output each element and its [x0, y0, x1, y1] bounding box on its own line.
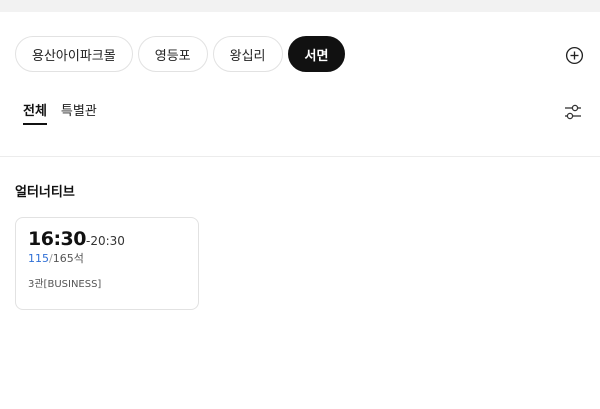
theater-chip-seomyeon[interactable]: 서면 [287, 36, 346, 72]
theater-chip-list: 용산아이파크몰 영등포 왕십리 서면 [15, 36, 346, 72]
seat-count: 115/165석 [28, 250, 84, 266]
showtime-time: 16:30 -20:30 [28, 228, 125, 250]
filter-button[interactable] [562, 101, 584, 123]
theater-chip-wangsimni[interactable]: 왕십리 [212, 36, 283, 72]
theater-chip-yeongdeungpo[interactable]: 영등포 [137, 36, 208, 72]
seats-total: 165석 [52, 252, 84, 265]
theater-chip-yongsan[interactable]: 용산아이파크몰 [15, 36, 133, 72]
screen-type-tabs: 전체 특별관 [23, 100, 97, 125]
end-time: -20:30 [85, 234, 125, 248]
screen-name: 3관[BUSINESS] [28, 279, 102, 290]
top-bar [0, 0, 600, 12]
start-time: 16:30 [28, 228, 86, 250]
tab-special[interactable]: 특별관 [61, 100, 97, 125]
sliders-icon [565, 104, 581, 120]
plus-circle-icon [565, 46, 583, 64]
seats-available: 115 [28, 252, 49, 265]
section-divider [0, 156, 600, 157]
showtime-card[interactable]: 16:30 -20:30 115/165석 3관[BUSINESS] [15, 217, 199, 310]
section-title: 얼터너티브 [15, 185, 75, 200]
add-theater-button[interactable] [563, 44, 585, 66]
tab-all[interactable]: 전체 [23, 100, 47, 125]
